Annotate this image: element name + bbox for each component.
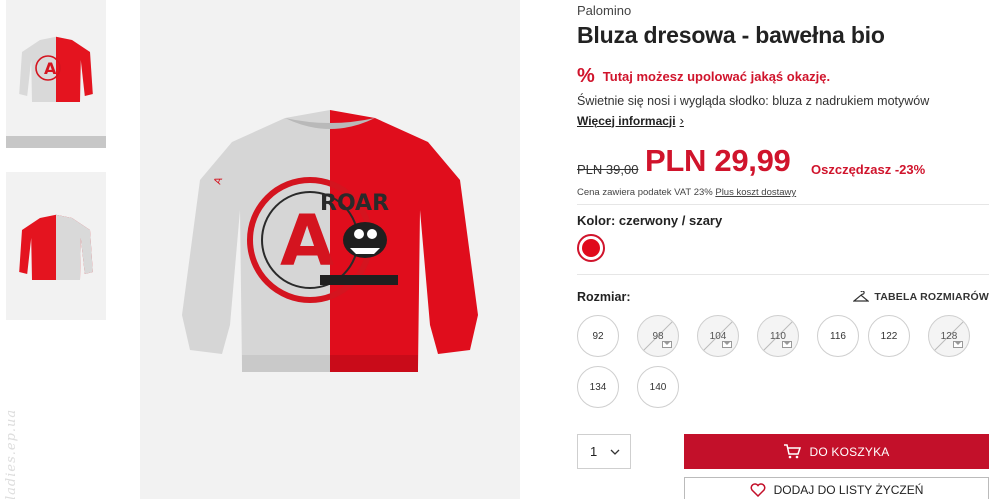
size-option-134[interactable]: 134 bbox=[577, 366, 619, 408]
size-table-label: TABELA ROZMIARÓW bbox=[874, 291, 989, 303]
percent-icon: % bbox=[577, 65, 595, 87]
color-swatch-dot bbox=[582, 239, 600, 257]
envelope-icon bbox=[782, 341, 792, 348]
size-option-98[interactable]: 98 bbox=[637, 315, 679, 357]
size-option-label: 128 bbox=[940, 330, 958, 342]
heart-icon bbox=[750, 483, 766, 497]
quantity-value: 1 bbox=[590, 444, 598, 459]
color-swatch-selected[interactable] bbox=[577, 234, 605, 262]
size-option-label: 134 bbox=[589, 381, 607, 393]
size-option-140[interactable]: 140 bbox=[637, 366, 679, 408]
size-table-link[interactable]: TABELA ROZMIARÓW bbox=[853, 291, 989, 303]
size-option-116[interactable]: 116 bbox=[817, 315, 859, 357]
divider bbox=[577, 274, 989, 275]
thumbnail-gallery: A ladies.ep.ua bbox=[0, 0, 120, 499]
size-option-label: 92 bbox=[592, 330, 604, 342]
svg-text:A: A bbox=[44, 59, 57, 78]
add-to-cart-button[interactable]: DO KOSZYKA bbox=[684, 434, 989, 469]
chevron-down-icon bbox=[610, 449, 620, 455]
cart-icon bbox=[784, 444, 802, 459]
size-option-label: 110 bbox=[770, 330, 786, 342]
size-option-92[interactable]: 92 bbox=[577, 315, 619, 357]
brand-name[interactable]: Palomino bbox=[577, 3, 631, 18]
quantity-select[interactable]: 1 bbox=[577, 434, 631, 469]
hanger-icon bbox=[853, 291, 870, 302]
size-option-label: 116 bbox=[830, 330, 846, 342]
add-to-wishlist-label: DODAJ DO LISTY ŻYCZEŃ bbox=[773, 483, 924, 497]
more-info-label: Więcej informacji bbox=[577, 113, 676, 128]
envelope-icon bbox=[662, 341, 672, 348]
sweatshirt-front-thumbnail: A bbox=[19, 36, 93, 102]
shipping-cost-link[interactable]: Plus koszt dostawy bbox=[715, 187, 796, 198]
deal-banner: % Tutaj możesz upolować jakąś okazję. bbox=[577, 66, 830, 86]
main-product-image[interactable]: A ROAR A bbox=[140, 0, 520, 499]
divider bbox=[577, 204, 989, 205]
envelope-icon bbox=[722, 341, 732, 348]
size-option-label: 104 bbox=[709, 330, 727, 342]
watermark: ladies.ep.ua bbox=[4, 408, 19, 499]
deal-text: Tutaj możesz upolować jakąś okazję. bbox=[602, 68, 831, 84]
product-description: Świetnie się nosi i wygląda słodko: bluz… bbox=[577, 94, 930, 108]
thumbnail-back[interactable] bbox=[6, 172, 106, 320]
add-to-wishlist-button[interactable]: DODAJ DO LISTY ŻYCZEŃ bbox=[684, 477, 989, 499]
tax-text: Cena zawiera podatek VAT 23% bbox=[577, 187, 713, 198]
savings-badge: Oszczędzasz -23% bbox=[811, 162, 926, 177]
product-title: Bluza dresowa - bawełna bio bbox=[577, 22, 885, 48]
envelope-icon bbox=[953, 341, 963, 348]
size-option-label: 140 bbox=[649, 381, 667, 393]
color-label: Kolor: czerwony / szary bbox=[577, 213, 723, 228]
chevron-right-icon: › bbox=[679, 113, 684, 128]
size-option-label: 122 bbox=[880, 330, 898, 342]
current-price: PLN 29,99 bbox=[645, 143, 791, 178]
size-option-label: 98 bbox=[652, 330, 664, 342]
add-to-cart-label: DO KOSZYKA bbox=[809, 444, 890, 459]
size-option-122[interactable]: 122 bbox=[868, 315, 910, 357]
old-price: PLN 39,00 bbox=[577, 162, 639, 177]
size-option-104[interactable]: 104 bbox=[697, 315, 739, 357]
svg-text:ROAR: ROAR bbox=[320, 191, 389, 216]
sweatshirt-image: A ROAR A bbox=[182, 109, 478, 372]
tax-note: Cena zawiera podatek VAT 23% Plus koszt … bbox=[577, 187, 796, 198]
price-row: PLN 39,00 PLN 29,99 Oszczędzasz -23% bbox=[577, 143, 989, 183]
size-option-110[interactable]: 110 bbox=[757, 315, 799, 357]
thumbnail-front[interactable]: A bbox=[6, 0, 106, 148]
sweatshirt-back-thumbnail bbox=[19, 214, 93, 280]
size-label: Rozmiar: bbox=[577, 290, 631, 304]
size-option-128[interactable]: 128 bbox=[928, 315, 970, 357]
more-info-link[interactable]: Więcej informacji › bbox=[577, 113, 684, 128]
product-details: Palomino Bluza dresowa - bawełna bio % T… bbox=[577, 0, 989, 499]
